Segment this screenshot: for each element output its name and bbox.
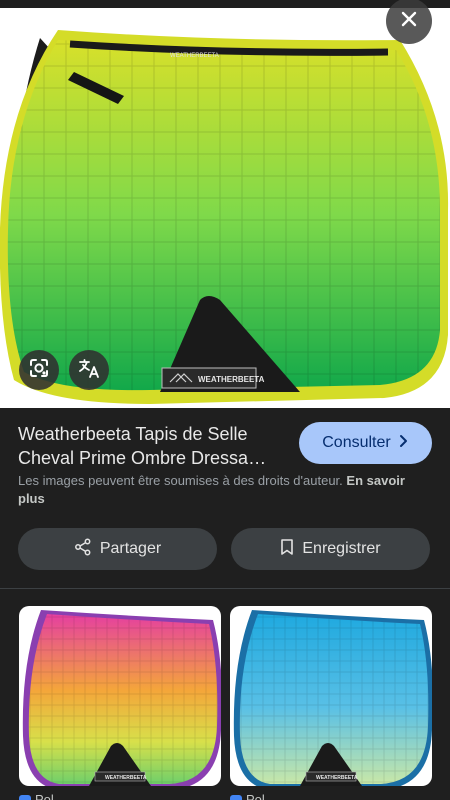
save-label: Enregistrer — [302, 540, 381, 557]
related-source[interactable]: Pol — [19, 792, 54, 800]
translate-button[interactable] — [69, 350, 109, 390]
binding-text: WEATHERBEETA — [170, 53, 219, 59]
related-image-card[interactable]: WEATHERBEETA — [19, 606, 221, 786]
close-icon — [399, 9, 419, 34]
card-brand-label: WEATHERBEETA — [316, 775, 358, 781]
result-info-panel: Weatherbeeta Tapis de Selle Cheval Prime… — [0, 408, 450, 588]
consult-label: Consulter — [322, 434, 391, 451]
translate-icon — [77, 356, 101, 385]
card-brand-label: WEATHERBEETA — [105, 775, 147, 781]
copyright-text: Les images peuvent être soumises à des d… — [18, 473, 343, 488]
brand-label: WEATHERBEETA — [198, 375, 265, 384]
related-image-card[interactable]: WEATHERBEETA — [230, 606, 432, 786]
section-divider — [0, 588, 450, 589]
chevron-right-icon — [399, 434, 409, 453]
related-source-label: Pol — [246, 792, 265, 800]
related-source-label: Pol — [35, 792, 54, 800]
status-strip — [0, 0, 450, 8]
lens-button[interactable] — [19, 350, 59, 390]
source-favicon-icon — [19, 794, 31, 800]
consult-button[interactable]: Consulter — [299, 422, 432, 464]
share-label: Partager — [99, 540, 162, 557]
source-favicon-icon — [230, 794, 242, 800]
copyright-notice: Les images peuvent être soumises à des d… — [18, 472, 428, 508]
share-icon — [74, 538, 92, 561]
bookmark-icon — [280, 538, 294, 561]
result-title[interactable]: Weatherbeeta Tapis de Selle Cheval Prime… — [18, 422, 290, 470]
lens-icon — [27, 356, 51, 385]
close-button[interactable] — [386, 0, 432, 44]
related-image-blue: WEATHERBEETA — [233, 610, 432, 786]
saddle-pad-image: WEATHERBEETA WEATHERBEETA — [0, 30, 449, 404]
save-button[interactable]: Enregistrer — [231, 528, 430, 570]
main-image[interactable]: WEATHERBEETA WEATHERBEETA — [0, 0, 450, 408]
share-button[interactable]: Partager — [18, 528, 217, 570]
related-image-rainbow: WEATHERBEETA — [22, 610, 221, 786]
related-source[interactable]: Pol — [230, 792, 265, 800]
